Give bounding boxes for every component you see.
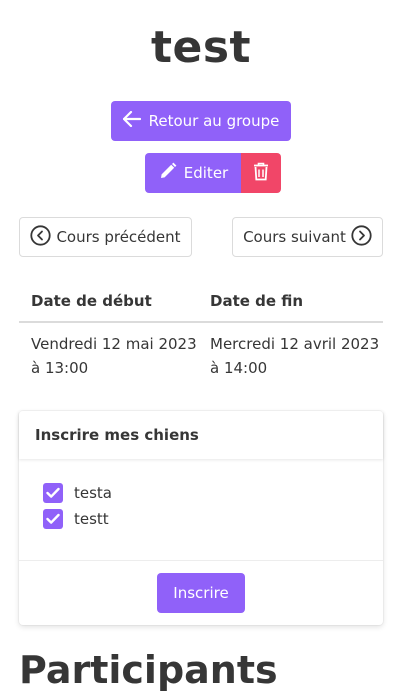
dog-name-label: testt <box>74 510 109 528</box>
participants-title: Participants <box>19 648 278 692</box>
trash-icon <box>253 162 269 185</box>
back-to-group-label: Retour au groupe <box>148 112 280 130</box>
table-header-start-date: Date de début <box>31 292 152 310</box>
delete-button[interactable] <box>241 153 281 193</box>
table-header-divider <box>19 321 383 323</box>
pencil-icon <box>159 162 184 184</box>
card-footer-divider <box>19 560 383 561</box>
page-title: test <box>150 22 252 73</box>
chevron-right-circle-icon <box>346 224 372 250</box>
table-cell-end-date: Mercredi 12 avril 2023 à 14:00 <box>210 335 380 377</box>
register-button[interactable]: Inscrire <box>157 573 245 613</box>
chevron-left-circle-icon <box>30 224 56 250</box>
previous-course-button[interactable]: Cours précédent <box>19 217 192 257</box>
table-header-end-date: Date de fin <box>210 292 304 310</box>
dog-checkbox-row[interactable]: testt <box>43 509 109 529</box>
table-cell-start-date: Vendredi 12 mai 2023 à 13:00 <box>31 335 197 377</box>
back-to-group-button[interactable]: Retour au groupe <box>111 101 291 141</box>
card-header: Inscrire mes chiens <box>19 411 383 459</box>
next-course-button[interactable]: Cours suivant <box>232 217 383 257</box>
check-icon <box>46 513 60 524</box>
check-icon <box>46 487 60 498</box>
previous-course-label: Cours précédent <box>56 228 181 246</box>
dog-name-label: testa <box>74 484 112 502</box>
card-title: Inscrire mes chiens <box>35 426 199 444</box>
next-course-label: Cours suivant <box>243 228 346 246</box>
register-dogs-card: Inscrire mes chiens testa testt Inscrire <box>19 411 383 625</box>
register-label: Inscrire <box>173 584 229 602</box>
edit-button[interactable]: Editer <box>145 153 242 193</box>
checkbox[interactable] <box>43 509 63 529</box>
checkbox[interactable] <box>43 483 63 503</box>
arrow-left-icon <box>122 110 149 131</box>
dog-checkbox-row[interactable]: testa <box>43 483 112 503</box>
edit-label: Editer <box>183 164 229 182</box>
